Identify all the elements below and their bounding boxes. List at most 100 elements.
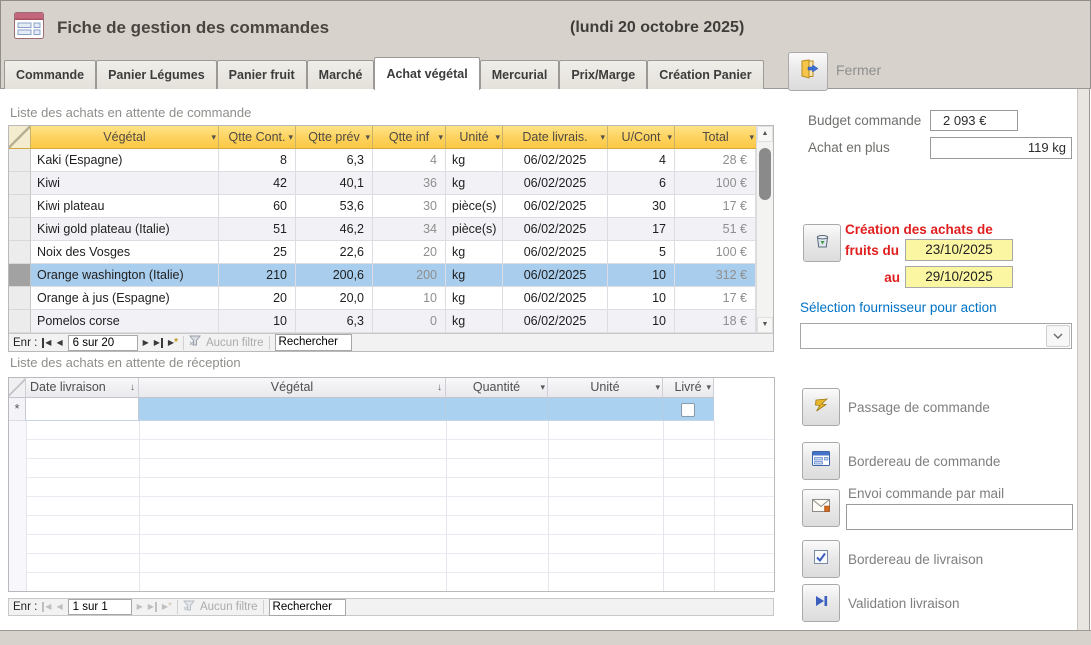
- cell-qtte-prev[interactable]: 53,6: [296, 195, 373, 218]
- cell-date[interactable]: 06/02/2025: [503, 218, 608, 241]
- tab-mercurial[interactable]: Mercurial: [480, 60, 560, 89]
- cell-u-cont[interactable]: 5: [608, 241, 675, 264]
- cell-date-livraison[interactable]: [26, 398, 139, 421]
- row-selector[interactable]: [9, 172, 31, 195]
- tab-panier-legumes[interactable]: Panier Légumes: [96, 60, 217, 89]
- filter-funnel-icon[interactable]: [183, 600, 195, 615]
- cell-qtte-inf[interactable]: 10: [373, 287, 446, 310]
- cell-total[interactable]: 51 €: [675, 218, 756, 241]
- tab-prix-marge[interactable]: Prix/Marge: [559, 60, 647, 89]
- tab-panier-fruit[interactable]: Panier fruit: [217, 60, 307, 89]
- col-header-total[interactable]: Total▾: [675, 126, 756, 149]
- livre-checkbox[interactable]: [681, 403, 695, 417]
- bordereau-commande-button[interactable]: [802, 442, 840, 480]
- cell-unite[interactable]: kg: [446, 264, 503, 287]
- cell-qtte-inf[interactable]: 4: [373, 149, 446, 172]
- cell-vegetal[interactable]: Kiwi: [31, 172, 219, 195]
- select-all-corner[interactable]: [9, 378, 26, 398]
- tab-achat-vegetal[interactable]: Achat végétal: [374, 57, 479, 90]
- cell-date[interactable]: 06/02/2025: [503, 264, 608, 287]
- search-input[interactable]: Rechercher: [275, 334, 352, 351]
- filter-dropdown-icon[interactable]: ▾: [495, 126, 500, 148]
- cell-qtte-cont[interactable]: 25: [219, 241, 296, 264]
- cell-qtte-cont[interactable]: 20: [219, 287, 296, 310]
- col-header-date-livrais[interactable]: Date livrais.▾: [503, 126, 608, 149]
- cell-u-cont[interactable]: 10: [608, 310, 675, 333]
- validation-livraison-button[interactable]: [802, 584, 840, 622]
- cell-livre[interactable]: [663, 398, 714, 421]
- filter-dropdown-icon[interactable]: ▾: [706, 378, 711, 397]
- row-selector[interactable]: [9, 149, 31, 172]
- extra-purchase-field[interactable]: 119 kg: [930, 137, 1072, 159]
- bordereau-livraison-button[interactable]: [802, 540, 840, 578]
- cell-qtte-inf[interactable]: 34: [373, 218, 446, 241]
- sort-filter-icon[interactable]: ↓: [130, 378, 135, 397]
- cell-date[interactable]: 06/02/2025: [503, 310, 608, 333]
- row-selector[interactable]: [9, 287, 31, 310]
- col-header-vegetal[interactable]: Végétal↓: [139, 378, 446, 398]
- cell-qtte-inf[interactable]: 0: [373, 310, 446, 333]
- next-record-icon[interactable]: ▶: [143, 338, 149, 348]
- cell-u-cont[interactable]: 30: [608, 195, 675, 218]
- row-selector[interactable]: [9, 310, 31, 333]
- filter-status-label[interactable]: Aucun filtre: [200, 601, 258, 613]
- cell-vegetal[interactable]: [139, 398, 446, 421]
- filter-dropdown-icon[interactable]: ▾: [600, 126, 605, 148]
- cell-vegetal[interactable]: Kiwi gold plateau (Italie): [31, 218, 219, 241]
- cell-total[interactable]: 28 €: [675, 149, 756, 172]
- col-header-unite[interactable]: Unité▾: [548, 378, 663, 398]
- cell-total[interactable]: 312 €: [675, 264, 756, 287]
- first-record-icon[interactable]: ◀: [42, 338, 51, 348]
- filter-dropdown-icon[interactable]: ▾: [211, 126, 216, 148]
- cell-quantite[interactable]: [446, 398, 548, 421]
- filter-dropdown-icon[interactable]: ▾: [365, 126, 370, 148]
- last-record-icon[interactable]: ▶: [154, 338, 163, 348]
- cell-qtte-cont[interactable]: 10: [219, 310, 296, 333]
- cell-u-cont[interactable]: 6: [608, 172, 675, 195]
- cell-unite[interactable]: pièce(s): [446, 195, 503, 218]
- chevron-down-icon[interactable]: [1046, 325, 1070, 347]
- row-selector[interactable]: [9, 195, 31, 218]
- filter-dropdown-icon[interactable]: ▾: [438, 126, 443, 148]
- close-form-button[interactable]: [788, 52, 828, 91]
- cell-date[interactable]: 06/02/2025: [503, 241, 608, 264]
- cell-date[interactable]: 06/02/2025: [503, 195, 608, 218]
- col-header-qtte-prev[interactable]: Qtte prév▾: [296, 126, 373, 149]
- filter-dropdown-icon[interactable]: ▾: [655, 378, 660, 397]
- col-header-livre[interactable]: Livré▾: [663, 378, 714, 398]
- cell-qtte-cont[interactable]: 51: [219, 218, 296, 241]
- envoi-mail-button[interactable]: [802, 489, 840, 527]
- filter-dropdown-icon[interactable]: ▾: [667, 126, 672, 148]
- record-position-box[interactable]: 6 sur 20: [68, 335, 138, 351]
- cell-qtte-cont[interactable]: 8: [219, 149, 296, 172]
- cell-vegetal[interactable]: Kaki (Espagne): [31, 149, 219, 172]
- record-position-box[interactable]: 1 sur 1: [68, 599, 132, 615]
- row-selector[interactable]: [9, 241, 31, 264]
- cell-u-cont[interactable]: 10: [608, 264, 675, 287]
- orders-table-scrollbar[interactable]: ▲ ▼: [756, 126, 773, 333]
- cell-vegetal[interactable]: Noix des Vosges: [31, 241, 219, 264]
- cell-vegetal[interactable]: Orange washington (Italie): [31, 264, 219, 287]
- col-header-date-livraison[interactable]: Date livraison↓: [26, 378, 139, 398]
- cell-u-cont[interactable]: 10: [608, 287, 675, 310]
- cell-unite[interactable]: kg: [446, 310, 503, 333]
- cell-unite[interactable]: kg: [446, 241, 503, 264]
- filter-status-label[interactable]: Aucun filtre: [206, 337, 264, 349]
- sort-filter-icon[interactable]: ↓: [437, 378, 442, 397]
- date-from-field[interactable]: 23/10/2025: [905, 239, 1013, 261]
- form-vertical-scrollbar[interactable]: [1077, 89, 1090, 630]
- cell-unite[interactable]: kg: [446, 172, 503, 195]
- cell-qtte-cont[interactable]: 210: [219, 264, 296, 287]
- cell-qtte-prev[interactable]: 46,2: [296, 218, 373, 241]
- col-header-unite[interactable]: Unité▾: [446, 126, 503, 149]
- cell-qtte-prev[interactable]: 200,6: [296, 264, 373, 287]
- cell-unite[interactable]: [548, 398, 663, 421]
- previous-record-icon[interactable]: ◀: [56, 602, 62, 612]
- cell-qtte-prev[interactable]: 6,3: [296, 310, 373, 333]
- passage-commande-button[interactable]: [802, 388, 840, 426]
- search-input[interactable]: Rechercher: [269, 599, 346, 616]
- cell-vegetal[interactable]: Orange à jus (Espagne): [31, 287, 219, 310]
- new-record-icon[interactable]: ▶*: [168, 338, 178, 348]
- cell-unite[interactable]: kg: [446, 149, 503, 172]
- cell-qtte-inf[interactable]: 30: [373, 195, 446, 218]
